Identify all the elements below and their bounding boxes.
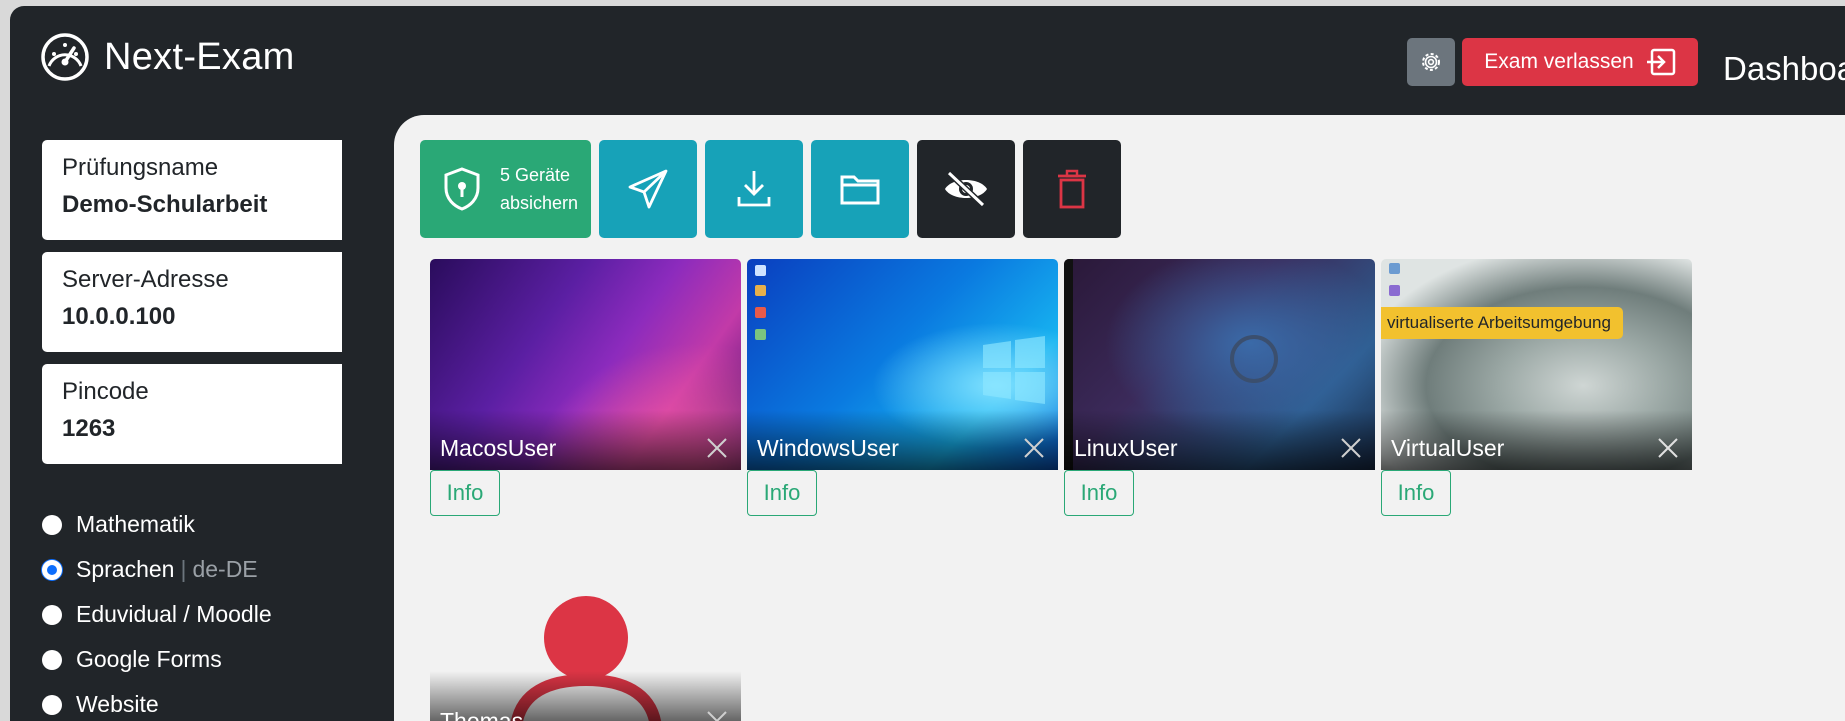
separator: |: [180, 556, 187, 582]
close-icon[interactable]: [1022, 436, 1046, 460]
desktop-icon: [755, 265, 766, 276]
app-title: Next-Exam: [104, 35, 295, 78]
mode-mathematik[interactable]: Mathematik: [42, 502, 272, 547]
close-icon[interactable]: [705, 436, 729, 460]
exit-icon: [1646, 48, 1675, 76]
mode-label: Website: [76, 691, 159, 717]
folder-icon: [840, 175, 880, 205]
student-name: WindowsUser: [757, 435, 899, 461]
app-window: Next-Exam Exam verlassen Dashboard Prüfu…: [10, 6, 1845, 721]
dashboard-title: Dashboard: [1723, 50, 1845, 87]
exam-name-label: Prüfungsname: [62, 154, 219, 181]
radio-button[interactable]: [42, 694, 62, 715]
pincode-card: Pincode 1263: [42, 364, 342, 464]
mode-label: Eduvidual / Moodle: [76, 601, 272, 627]
settings-button[interactable]: [1407, 38, 1455, 86]
delete-button[interactable]: [1023, 140, 1121, 238]
server-address-label: Server-Adresse: [62, 266, 229, 293]
desktop-icon: [755, 307, 766, 318]
exit-exam-label: Exam verlassen: [1484, 50, 1634, 73]
student-name: LinuxUser: [1074, 435, 1178, 461]
server-address-card: Server-Adresse 10.0.0.100: [42, 252, 342, 352]
radio-button[interactable]: [42, 649, 62, 670]
desktop-icon: [1389, 285, 1400, 296]
virtualized-badge: virtualiserte Arbeitsumgebung: [1381, 307, 1623, 339]
student-name: Thomas: [440, 708, 524, 721]
eye-slash-icon: [945, 170, 987, 208]
mode-sprachen[interactable]: Sprachen | de-DE: [42, 547, 272, 592]
info-button[interactable]: Info: [1381, 470, 1451, 516]
student-tile-thomas[interactable]: Thomas: [430, 592, 741, 721]
info-button[interactable]: Info: [1064, 470, 1134, 516]
pincode-value: 1263: [62, 415, 116, 442]
student-name: VirtualUser: [1391, 435, 1505, 461]
shield-lock-icon: [444, 167, 480, 211]
student-tile-macos[interactable]: MacosUser: [430, 259, 741, 470]
student-tile-virtual[interactable]: virtualiserte Arbeitsumgebung VirtualUse…: [1381, 259, 1692, 470]
student-tile-windows[interactable]: WindowsUser: [747, 259, 1058, 470]
language-code: de-DE: [192, 556, 258, 582]
open-folder-button[interactable]: [811, 140, 909, 238]
radio-button-selected[interactable]: [42, 559, 62, 580]
mode-google-forms[interactable]: Google Forms: [42, 637, 272, 682]
pincode-label: Pincode: [62, 378, 149, 405]
student-tile-linux[interactable]: LinuxUser: [1064, 259, 1375, 470]
student-name: MacosUser: [440, 435, 557, 461]
mode-label: Sprachen: [76, 556, 175, 582]
mode-label: Mathematik: [76, 511, 195, 537]
download-button[interactable]: [705, 140, 803, 238]
info-button[interactable]: Info: [430, 470, 500, 516]
secure-devices-button[interactable]: 5 Geräte absichern: [420, 140, 591, 238]
download-icon: [737, 171, 771, 207]
main-panel: 5 Geräte absichern MacosUser Info Window…: [394, 115, 1845, 721]
trash-icon: [1058, 169, 1086, 209]
windows-logo-icon: [983, 336, 1045, 404]
gear-icon: [1422, 53, 1440, 71]
server-address-value: 10.0.0.100: [62, 303, 176, 330]
close-icon[interactable]: [705, 709, 729, 721]
info-button[interactable]: Info: [747, 470, 817, 516]
close-icon[interactable]: [1656, 436, 1680, 460]
exam-name-card: Prüfungsname Demo-Schularbeit: [42, 140, 342, 240]
send-file-button[interactable]: [599, 140, 697, 238]
mode-eduvidual-moodle[interactable]: Eduvidual / Moodle: [42, 592, 272, 637]
exit-exam-button[interactable]: Exam verlassen: [1462, 38, 1698, 86]
brand: Next-Exam: [40, 32, 295, 82]
linux-logo-icon: [1230, 335, 1278, 383]
paper-plane-icon: [628, 169, 668, 209]
radio-button[interactable]: [42, 514, 62, 535]
exam-name-value: Demo-Schularbeit: [62, 191, 268, 218]
exam-mode-list: Mathematik Sprachen | de-DE Eduvidual / …: [42, 502, 272, 721]
desktop-icon: [755, 329, 766, 340]
secure-devices-line2: absichern: [500, 193, 579, 213]
close-icon[interactable]: [1339, 436, 1363, 460]
desktop-icon: [1389, 263, 1400, 274]
secure-devices-line1: 5 Geräte: [500, 165, 571, 185]
desktop-icon: [755, 285, 766, 296]
hide-screens-button[interactable]: [917, 140, 1015, 238]
mode-label: Google Forms: [76, 646, 222, 672]
speedometer-icon: [41, 33, 89, 81]
mode-website[interactable]: Website: [42, 682, 272, 721]
radio-button[interactable]: [42, 604, 62, 625]
